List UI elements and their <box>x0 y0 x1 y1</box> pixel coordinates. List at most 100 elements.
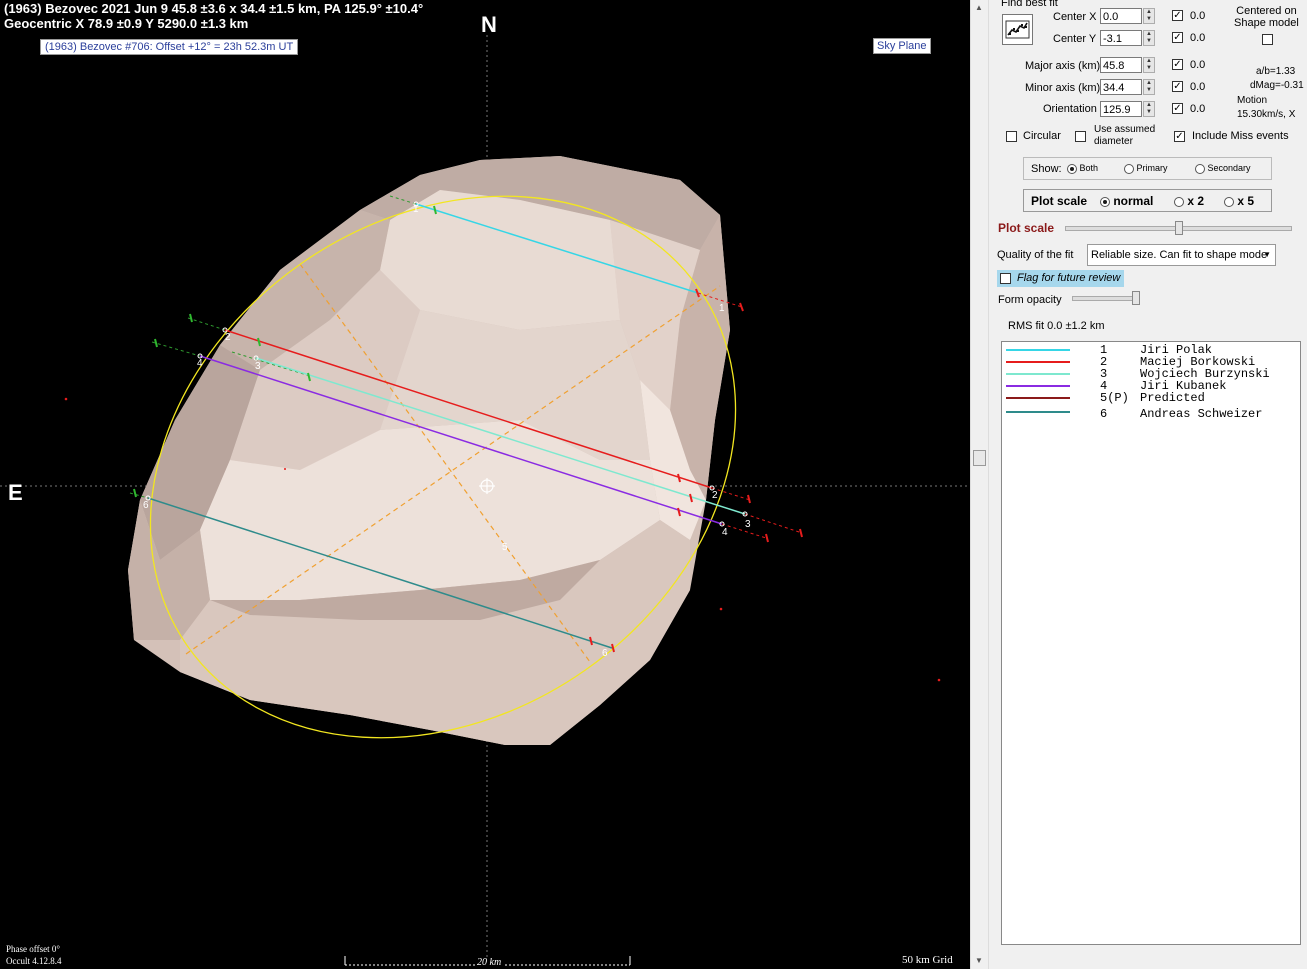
motion-label: Motion <box>1237 95 1268 106</box>
chord-label-4-west: 4 <box>197 358 203 369</box>
centered-on-label: Centered on Shape model <box>1234 5 1299 29</box>
show-both-option[interactable]: Both <box>1067 163 1098 174</box>
north-label: N <box>481 12 497 37</box>
plot-scale-x5-option[interactable]: x 5 <box>1224 194 1254 208</box>
motion-value: 15.30km/s, X <box>1237 109 1296 120</box>
centered-on-shape-checkbox[interactable] <box>1262 34 1273 45</box>
fit-controls-panel: Find best fit Centered on Shape model Ce… <box>988 0 1307 969</box>
center-x-checkbox[interactable]: ✓ <box>1172 10 1183 21</box>
major-axis-checkbox[interactable]: ✓ <box>1172 59 1183 70</box>
chord-label-2-west: 2 <box>225 332 231 343</box>
center-y-checkbox[interactable]: ✓ <box>1172 32 1183 43</box>
event-label: (1963) Bezovec #706: Offset +12° = 23h 5… <box>40 39 299 55</box>
major-axis-spinner[interactable]: ▲ ▼ <box>1143 57 1155 73</box>
flag-review-checkbox[interactable] <box>1000 273 1011 284</box>
chord-label-2-east: 2 <box>712 490 718 501</box>
form-opacity-slider-thumb[interactable] <box>1132 291 1140 305</box>
chord-label-6-east: 6 <box>602 648 608 659</box>
assumed-diameter-label: Use assumed diameter <box>1094 124 1156 147</box>
chord-label-1-west: 1 <box>413 204 419 215</box>
observer-legend: 1 Jiri Polak 2 Maciej Borkowski 3 Wojciech … <box>1001 341 1301 945</box>
form-opacity-slider[interactable] <box>1072 296 1140 301</box>
occultation-plot[interactable]: 1 1 2 2 3 3 4 4 5 6 6 (1963) Bezovec 202… <box>0 0 970 969</box>
orientation-checkbox[interactable]: ✓ <box>1172 103 1183 114</box>
best-fit-icon <box>1005 20 1030 39</box>
radio-icon <box>1174 196 1184 207</box>
center-y-uncertainty: 0.0 <box>1190 32 1206 44</box>
plot-scale-slider-label: Plot scale <box>998 221 1055 235</box>
plot-scale-group: Plot scale normal x 2 x 5 <box>1023 189 1272 212</box>
flag-review-label: Flag for future review <box>1017 272 1121 284</box>
chord-label-3-west: 3 <box>255 361 261 372</box>
east-label: E <box>8 480 23 505</box>
shape-model <box>128 156 730 745</box>
center-y-label: Center Y <box>1053 33 1097 45</box>
radio-icon <box>1224 196 1234 207</box>
find-best-fit-button[interactable] <box>1002 14 1033 45</box>
sky-plane-label: Sky Plane <box>873 38 931 54</box>
phase-offset: Phase offset 0° <box>6 944 60 954</box>
center-x-uncertainty: 0.0 <box>1190 10 1206 22</box>
minor-axis-uncertainty: 0.0 <box>1190 81 1206 93</box>
version-label: Occult 4.12.8.4 <box>6 956 62 966</box>
circular-checkbox[interactable] <box>1006 131 1017 142</box>
include-miss-label: Include Miss events <box>1192 130 1289 142</box>
radio-icon <box>1195 163 1205 174</box>
plot-scale-normal-option[interactable]: normal <box>1100 194 1153 208</box>
include-miss-checkbox[interactable]: ✓ <box>1174 131 1185 142</box>
major-axis-uncertainty: 0.0 <box>1190 59 1206 71</box>
chevron-down-icon: ▼ <box>1263 250 1271 259</box>
minor-axis-input[interactable]: 34.4 <box>1100 79 1142 95</box>
circular-label: Circular <box>1023 130 1061 142</box>
center-x-spinner[interactable]: ▲ ▼ <box>1143 8 1155 24</box>
plot-scale-x2-option[interactable]: x 2 <box>1174 194 1204 208</box>
assumed-diameter-checkbox[interactable] <box>1075 131 1086 142</box>
show-secondary-option[interactable]: Secondary <box>1195 163 1251 174</box>
quality-select-value: Reliable size. Can fit to shape mode <box>1091 249 1268 261</box>
rms-fit: RMS fit 0.0 ±1.2 km <box>1008 320 1105 332</box>
find-best-fit-label: Find best fit <box>1001 0 1058 9</box>
scroll-thumb[interactable] <box>973 450 986 466</box>
quality-label: Quality of the fit <box>997 249 1074 261</box>
scale-bar-label: 20 km <box>475 957 504 968</box>
form-opacity-label: Form opacity <box>998 294 1062 306</box>
scroll-up-icon[interactable]: ▲ <box>975 3 983 12</box>
header-geocentric: Geocentric X 78.9 ±0.9 Y 5290.0 ±1.3 km <box>4 16 249 31</box>
chord-label-1-east: 1 <box>719 303 725 314</box>
orientation-spinner[interactable]: ▲ ▼ <box>1143 101 1155 117</box>
quality-select[interactable]: Reliable size. Can fit to shape mode ▼ <box>1087 244 1276 266</box>
orientation-uncertainty: 0.0 <box>1190 103 1206 115</box>
vertical-scrollbar[interactable]: ▲ ▼ <box>970 0 989 969</box>
chord-label-3-east: 3 <box>745 519 751 530</box>
plot-scale-group-label: Plot scale <box>1031 194 1088 208</box>
dmag-value: dMag=-0.31 <box>1250 80 1304 91</box>
minor-axis-spinner[interactable]: ▲ ▼ <box>1143 79 1155 95</box>
orientation-input[interactable]: 125.9 <box>1100 101 1142 117</box>
major-axis-input[interactable]: 45.8 <box>1100 57 1142 73</box>
chord-label-5: 5 <box>502 542 508 553</box>
grid-label: 50 km Grid <box>902 954 953 966</box>
legend-row-5: 5(P) Predicted <box>1100 391 1205 405</box>
center-y-spinner[interactable]: ▲ ▼ <box>1143 30 1155 46</box>
minor-axis-checkbox[interactable]: ✓ <box>1172 81 1183 92</box>
scroll-down-icon[interactable]: ▼ <box>975 956 983 965</box>
show-group: Show: Both Primary Secondary <box>1023 157 1272 180</box>
ab-ratio: a/b=1.33 <box>1256 66 1296 77</box>
radio-icon <box>1124 163 1134 174</box>
header-event-summary: (1963) Bezovec 2021 Jun 9 45.8 ±3.6 x 34… <box>4 1 424 16</box>
major-axis-label: Major axis (km) <box>1025 60 1101 72</box>
radio-icon <box>1100 196 1110 207</box>
center-y-input[interactable]: -3.1 <box>1100 30 1142 46</box>
minor-axis-label: Minor axis (km) <box>1025 82 1101 94</box>
center-x-label: Center X <box>1053 11 1097 23</box>
radio-icon <box>1067 163 1077 174</box>
legend-row-6: 6 Andreas Schweizer <box>1100 407 1263 421</box>
orientation-label: Orientation <box>1043 103 1097 115</box>
center-x-input[interactable]: 0.0 <box>1100 8 1142 24</box>
show-primary-option[interactable]: Primary <box>1124 163 1168 174</box>
show-label: Show: <box>1031 163 1062 175</box>
plot-scale-slider-thumb[interactable] <box>1175 221 1183 235</box>
chord-label-4-east: 4 <box>722 527 728 538</box>
chord-label-6-west: 6 <box>143 500 149 511</box>
plot-canvas: 1 1 2 2 3 3 4 4 5 6 6 <box>0 35 970 969</box>
